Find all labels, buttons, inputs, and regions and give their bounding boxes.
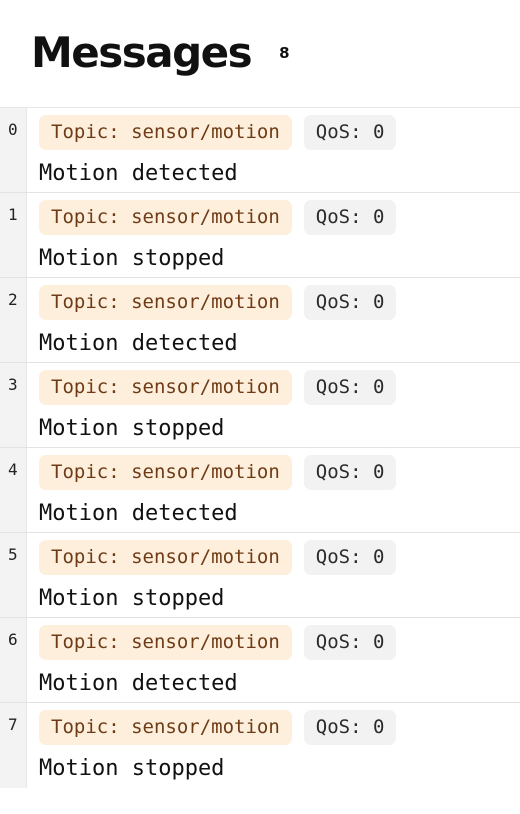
qos-badge: QoS: 0 xyxy=(303,455,397,490)
page-title: Messages xyxy=(31,28,253,77)
message-payload: Motion stopped xyxy=(39,756,225,781)
qos-badge: QoS: 0 xyxy=(303,115,397,150)
topic-badge: Topic: sensor/motion xyxy=(39,540,292,575)
message-badges: Topic: sensor/motion QoS: 0 xyxy=(39,285,397,320)
message-count-badge: 8 xyxy=(279,44,290,62)
message-index: 6 xyxy=(8,630,18,649)
message-payload: Motion detected xyxy=(39,501,238,526)
qos-badge: QoS: 0 xyxy=(303,625,397,660)
message-payload: Motion detected xyxy=(39,671,238,696)
message-badges: Topic: sensor/motion QoS: 0 xyxy=(39,200,397,235)
message-row[interactable]: 1 Topic: sensor/motion QoS: 0 Motion sto… xyxy=(0,193,520,278)
topic-badge: Topic: sensor/motion xyxy=(39,370,292,405)
message-payload: Motion stopped xyxy=(39,246,225,271)
qos-badge: QoS: 0 xyxy=(303,710,397,745)
message-row[interactable]: 6 Topic: sensor/motion QoS: 0 Motion det… xyxy=(0,618,520,703)
message-badges: Topic: sensor/motion QoS: 0 xyxy=(39,710,397,745)
message-payload: Motion stopped xyxy=(39,586,225,611)
message-index: 1 xyxy=(8,205,18,224)
message-badges: Topic: sensor/motion QoS: 0 xyxy=(39,540,397,575)
message-row[interactable]: 5 Topic: sensor/motion QoS: 0 Motion sto… xyxy=(0,533,520,618)
message-payload: Motion detected xyxy=(39,161,238,186)
message-index: 5 xyxy=(8,545,18,564)
message-badges: Topic: sensor/motion QoS: 0 xyxy=(39,455,397,490)
qos-badge: QoS: 0 xyxy=(303,370,397,405)
qos-badge: QoS: 0 xyxy=(303,200,397,235)
message-badges: Topic: sensor/motion QoS: 0 xyxy=(39,625,397,660)
message-index: 2 xyxy=(8,290,18,309)
message-index: 3 xyxy=(8,375,18,394)
message-payload: Motion detected xyxy=(39,331,238,356)
message-row[interactable]: 3 Topic: sensor/motion QoS: 0 Motion sto… xyxy=(0,363,520,448)
message-payload: Motion stopped xyxy=(39,416,225,441)
message-row[interactable]: 4 Topic: sensor/motion QoS: 0 Motion det… xyxy=(0,448,520,533)
message-badges: Topic: sensor/motion QoS: 0 xyxy=(39,115,397,150)
message-badges: Topic: sensor/motion QoS: 0 xyxy=(39,370,397,405)
topic-badge: Topic: sensor/motion xyxy=(39,115,292,150)
message-list: 0 Topic: sensor/motion QoS: 0 Motion det… xyxy=(0,107,520,788)
message-index: 0 xyxy=(8,120,18,139)
topic-badge: Topic: sensor/motion xyxy=(39,455,292,490)
messages-header: Messages 8 xyxy=(31,28,290,80)
message-row[interactable]: 7 Topic: sensor/motion QoS: 0 Motion sto… xyxy=(0,703,520,788)
message-index: 4 xyxy=(8,460,18,479)
message-index: 7 xyxy=(8,715,18,734)
topic-badge: Topic: sensor/motion xyxy=(39,200,292,235)
topic-badge: Topic: sensor/motion xyxy=(39,285,292,320)
qos-badge: QoS: 0 xyxy=(303,540,397,575)
topic-badge: Topic: sensor/motion xyxy=(39,625,292,660)
qos-badge: QoS: 0 xyxy=(303,285,397,320)
message-row[interactable]: 2 Topic: sensor/motion QoS: 0 Motion det… xyxy=(0,278,520,363)
topic-badge: Topic: sensor/motion xyxy=(39,710,292,745)
message-row[interactable]: 0 Topic: sensor/motion QoS: 0 Motion det… xyxy=(0,108,520,193)
